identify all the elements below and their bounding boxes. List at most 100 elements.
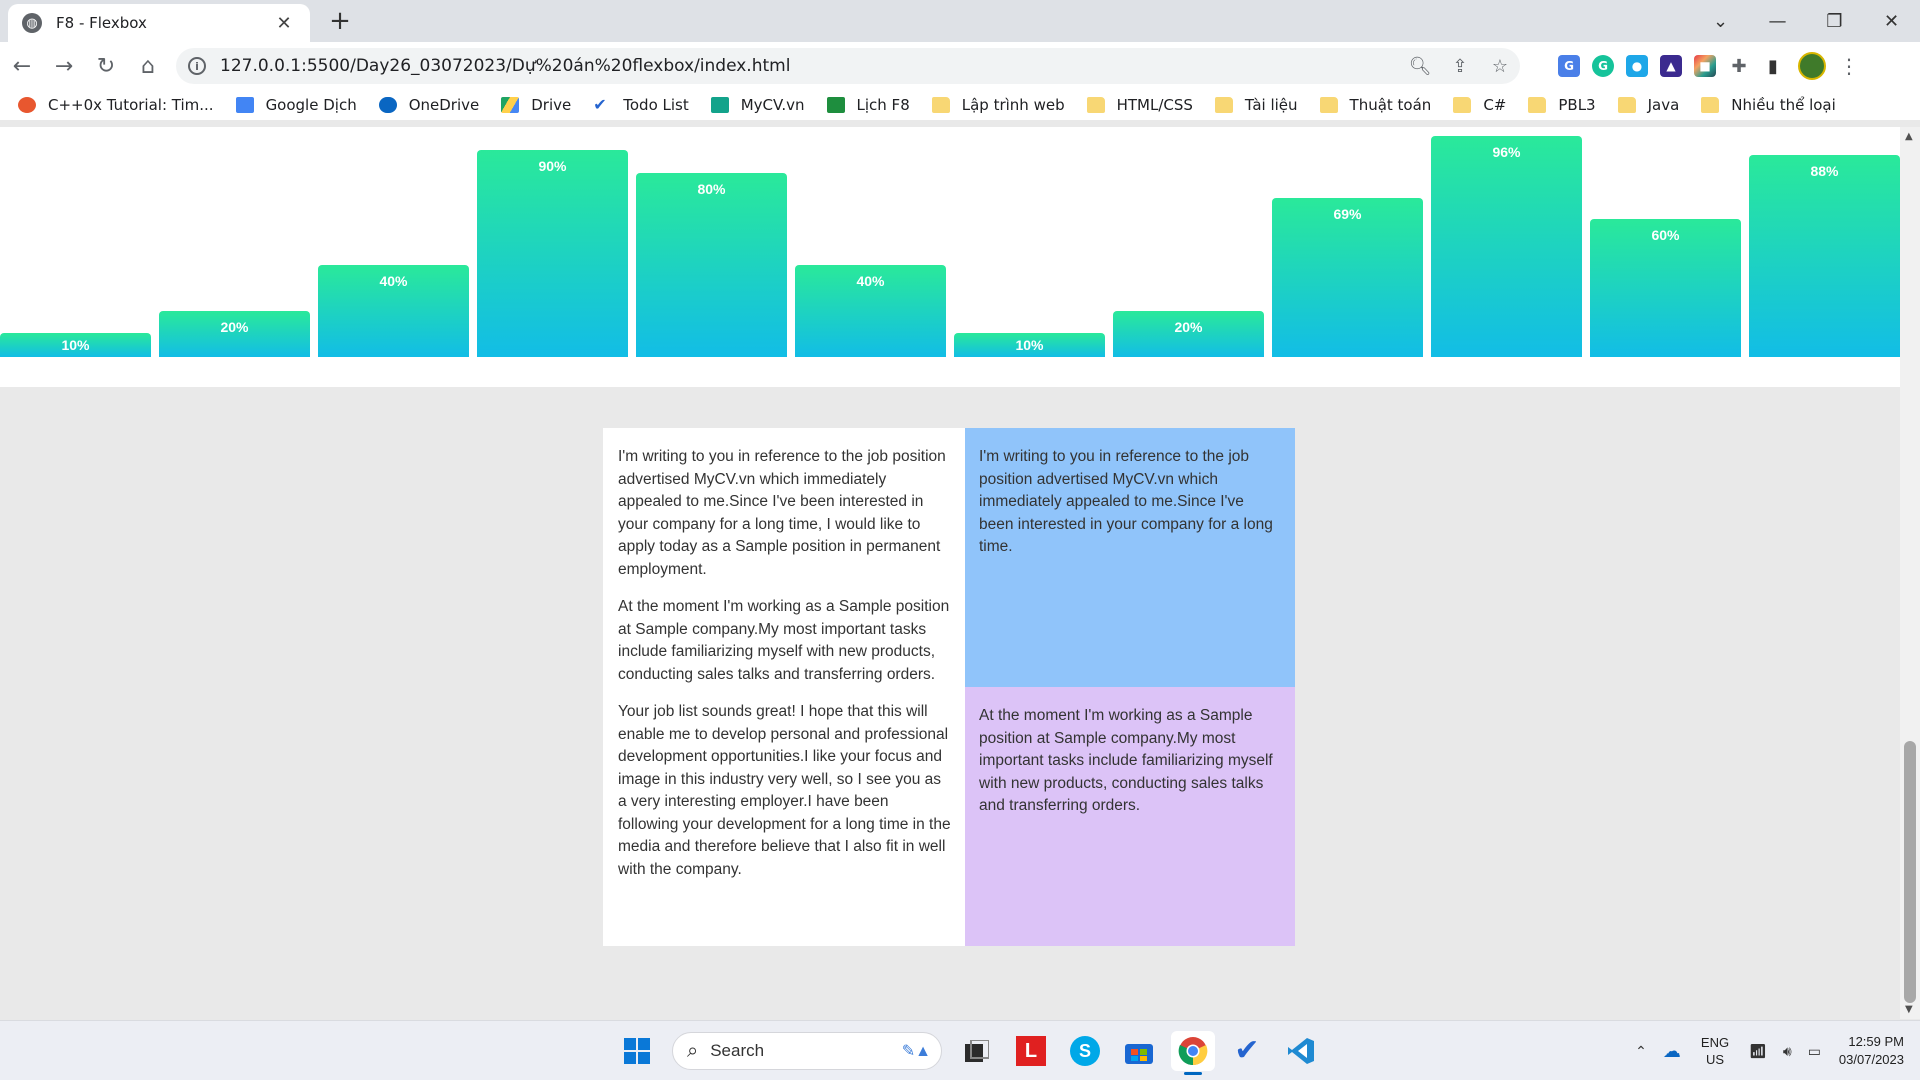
back-arrow-icon[interactable]: ← xyxy=(2,46,42,86)
bookmark-item[interactable]: Google Dịch xyxy=(235,96,357,114)
drop-extension-icon[interactable]: ● xyxy=(1620,50,1654,82)
more-menu-icon[interactable]: ⋮ xyxy=(1834,54,1864,78)
forward-arrow-icon[interactable]: → xyxy=(44,46,84,86)
close-window-button[interactable]: ✕ xyxy=(1863,0,1920,42)
chart-bar: 69% xyxy=(1272,198,1423,357)
onedrive-tray-icon[interactable]: ☁ xyxy=(1663,1041,1681,1062)
reload-icon[interactable]: ↻ xyxy=(86,46,126,86)
letter-paragraph: Your job list sounds great! I hope that … xyxy=(618,703,951,878)
volume-icon[interactable]: 🔊︎ xyxy=(1783,1043,1792,1060)
scroll-down-icon[interactable]: ▼ xyxy=(1905,1004,1913,1015)
chart-bar: 20% xyxy=(159,311,310,357)
bookmark-star-icon[interactable]: ☆ xyxy=(1480,56,1520,77)
wifi-icon[interactable]: 📶︎ xyxy=(1749,1043,1767,1060)
todo-icon[interactable]: ✔ xyxy=(1225,1031,1269,1071)
taskbar-apps: ⌕ Search ✎▲ L S ✔ xyxy=(610,1031,1328,1075)
chrome-icon[interactable] xyxy=(1171,1031,1215,1075)
bookmark-folder[interactable]: Lập trình web xyxy=(931,96,1065,114)
chart-bar-label: 20% xyxy=(1174,319,1203,335)
skype-icon[interactable]: S xyxy=(1063,1031,1107,1071)
scroll-up-icon[interactable]: ▲ xyxy=(1905,131,1913,142)
system-tray: ⌃ ☁ ENG US 📶︎ 🔊︎ ▭ 12:59 PM 03/07/2023 xyxy=(1627,1031,1910,1071)
share-icon[interactable]: ⇪ xyxy=(1440,56,1480,77)
restore-button[interactable]: ❐ xyxy=(1806,0,1863,42)
bookmark-item[interactable]: OneDrive xyxy=(378,96,479,114)
bookmark-folder[interactable]: Java xyxy=(1617,96,1679,114)
onedrive-icon xyxy=(378,97,397,113)
grammarly-extension-icon[interactable]: G xyxy=(1586,50,1620,82)
folder-icon xyxy=(931,97,950,113)
drive-icon xyxy=(501,97,520,113)
extensions-area: G G ● ▲ ■ ✚ ▮ ⋮ xyxy=(1552,50,1864,82)
chart-bar-label: 10% xyxy=(1015,337,1044,353)
info-icon[interactable]: i xyxy=(188,57,206,75)
chart-bar: 88% xyxy=(1749,154,1900,357)
tab-close-icon[interactable]: ✕ xyxy=(272,13,296,34)
bookmark-folder[interactable]: PBL3 xyxy=(1528,96,1596,114)
page-scrollbar[interactable]: ▲ ▼ xyxy=(1900,127,1920,1019)
side-cards: I'm writing to you in reference to the j… xyxy=(965,428,1295,946)
store-icon[interactable] xyxy=(1117,1031,1161,1071)
mycv-icon xyxy=(710,97,729,113)
folder-icon xyxy=(1528,97,1547,113)
blue-card-text: I'm writing to you in reference to the j… xyxy=(979,448,1273,555)
bookmark-item[interactable]: Drive xyxy=(501,96,571,114)
minimize-button[interactable]: — xyxy=(1749,0,1806,42)
folder-icon xyxy=(1319,97,1338,113)
chart-bar: 40% xyxy=(795,265,946,357)
bookmark-item[interactable]: MyCV.vn xyxy=(710,96,805,114)
bookmark-folder[interactable]: C# xyxy=(1453,96,1506,114)
clock[interactable]: 12:59 PM 03/07/2023 xyxy=(1839,1033,1904,1069)
home-icon[interactable]: ⌂ xyxy=(128,46,168,86)
chart-bar: 20% xyxy=(1113,311,1264,357)
bookmark-item[interactable]: ✔ Todo List xyxy=(593,96,688,114)
graduation-extension-icon[interactable]: ▲ xyxy=(1654,50,1688,82)
language-indicator[interactable]: ENG US xyxy=(1701,1034,1729,1068)
chart-bar: 40% xyxy=(318,265,469,357)
tab-search-button[interactable]: ⌄ xyxy=(1692,0,1749,42)
letter-paragraph: I'm writing to you in reference to the j… xyxy=(618,448,946,578)
bookmark-favicon-icon xyxy=(235,97,254,113)
bookmark-folder[interactable]: HTML/CSS xyxy=(1086,96,1193,114)
todo-check-icon: ✔ xyxy=(593,95,607,114)
bar-chart: 10% 20% 40% 90% 80% 40% 10% 20% 69% 96% 60% 88% xyxy=(0,127,1900,387)
address-bar[interactable]: i 127.0.0.1:5500/Day26_03072023/Dự%20án%… xyxy=(176,48,1520,84)
window-controls: ⌄ — ❐ ✕ xyxy=(1692,0,1920,42)
bookmarks-bar: C++0x Tutorial: Tim... Google Dịch OneDr… xyxy=(0,90,1920,120)
google-translate-extension-icon[interactable]: G xyxy=(1552,50,1586,82)
vscode-icon[interactable] xyxy=(1279,1031,1323,1071)
url-text[interactable]: 127.0.0.1:5500/Day26_03072023/Dự%20án%20… xyxy=(220,56,1400,76)
folder-icon xyxy=(1086,97,1105,113)
l-app-icon[interactable]: L xyxy=(1009,1031,1053,1071)
windows-start-icon[interactable] xyxy=(615,1031,659,1071)
task-view-icon[interactable] xyxy=(955,1031,999,1071)
bookmark-item[interactable]: C++0x Tutorial: Tim... xyxy=(18,96,214,114)
chart-bar: 96% xyxy=(1431,136,1582,357)
chart-bar: 10% xyxy=(0,333,151,357)
bookmark-folder[interactable]: Tài liệu xyxy=(1214,96,1298,114)
chart-bar-label: 20% xyxy=(220,319,249,335)
chart-bar-label: 40% xyxy=(379,273,408,289)
chevron-up-icon[interactable]: ⌃ xyxy=(1635,1043,1647,1060)
bookmark-favicon-icon xyxy=(18,97,36,113)
new-tab-button[interactable]: + xyxy=(325,6,355,36)
bookmark-item[interactable]: Lịch F8 xyxy=(826,96,910,114)
tab-title: F8 - Flexbox xyxy=(56,14,147,32)
globe-icon: ◍ xyxy=(22,13,42,33)
bookmark-folder[interactable]: Thuật toán xyxy=(1319,96,1431,114)
profile-avatar[interactable] xyxy=(1798,52,1826,80)
battery-icon[interactable]: ▭ xyxy=(1808,1043,1821,1060)
bookmark-folder[interactable]: Nhiều thể loại xyxy=(1701,96,1836,114)
puzzle-extensions-icon[interactable]: ✚ xyxy=(1722,50,1756,82)
search-icon: ⌕ xyxy=(687,1039,699,1062)
tab-strip: ◍ F8 - Flexbox ✕ + ⌄ — ❐ ✕ xyxy=(0,0,1920,42)
active-tab[interactable]: ◍ F8 - Flexbox ✕ xyxy=(8,4,310,42)
side-panel-icon[interactable]: ▮ xyxy=(1756,50,1790,82)
taskbar-search[interactable]: ⌕ Search ✎▲ xyxy=(672,1032,942,1070)
zoom-icon[interactable]: 🔍︎ xyxy=(1400,56,1440,77)
color-extension-icon[interactable]: ■ xyxy=(1688,50,1722,82)
scroll-thumb[interactable] xyxy=(1904,741,1916,1003)
browser-toolbar: ← → ↻ ⌂ i 127.0.0.1:5500/Day26_03072023/… xyxy=(0,42,1920,90)
page-viewport: 10% 20% 40% 90% 80% 40% 10% 20% 69% 96% 60% 88% I'm… xyxy=(0,127,1900,1019)
folder-icon xyxy=(1617,97,1636,113)
